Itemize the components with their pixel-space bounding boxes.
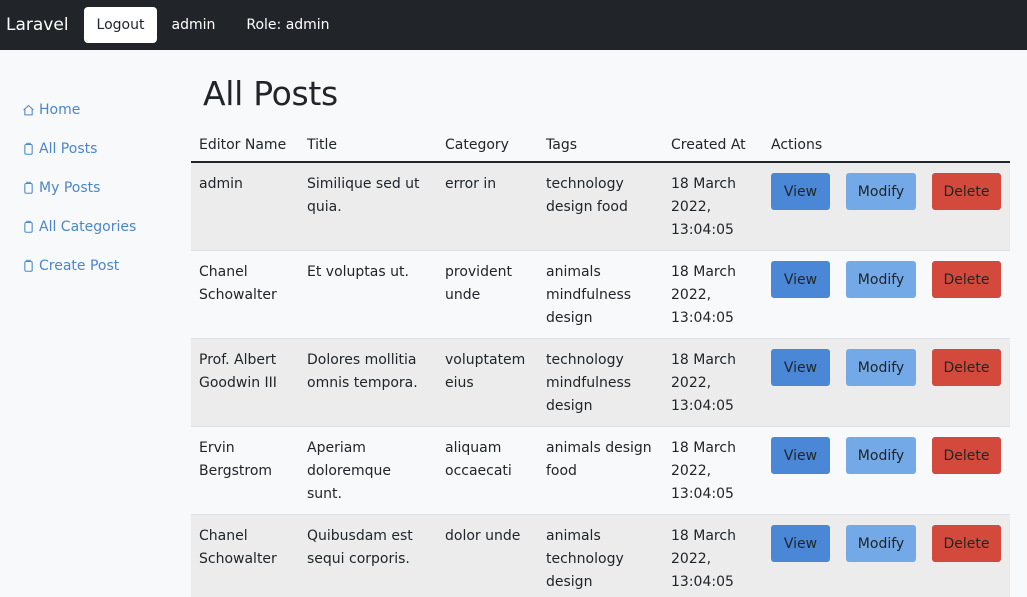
cell-title: Quibusdam est sequi corporis. — [299, 514, 437, 597]
cell-title: Similique sed ut quia. — [299, 162, 437, 251]
table-header-row: Editor Name Title Category Tags Created … — [191, 128, 1010, 163]
table-row: Chanel Schowalter Et voluptas ut. provid… — [191, 250, 1010, 339]
sidebar-item-my-posts[interactable]: My Posts — [22, 178, 182, 198]
cell-actions: View Modify Delete — [763, 514, 1010, 597]
cell-created: 18 March 2022, 13:04:05 — [663, 338, 763, 427]
cell-category: provident unde — [437, 250, 538, 339]
file-icon — [22, 181, 35, 195]
column-header-tags: Tags — [538, 128, 663, 163]
delete-button[interactable]: Delete — [932, 261, 1001, 298]
cell-created: 18 March 2022, 13:04:05 — [663, 162, 763, 251]
modify-button[interactable]: Modify — [846, 173, 916, 210]
column-header-category: Category — [437, 128, 538, 163]
cell-actions: View Modify Delete — [763, 338, 1010, 427]
column-header-created: Created At — [663, 128, 763, 163]
posts-table: Editor Name Title Category Tags Created … — [191, 128, 1010, 597]
sidebar-item-label: Create Post — [39, 258, 120, 274]
cell-created: 18 March 2022, 13:04:05 — [663, 250, 763, 339]
sidebar-item-create-post[interactable]: Create Post — [22, 256, 182, 276]
top-navbar: Laravel Logout admin Role: admin — [0, 0, 1027, 50]
view-button[interactable]: View — [771, 437, 830, 474]
cell-category: error in — [437, 162, 538, 251]
logout-button[interactable]: Logout — [83, 7, 158, 43]
sidebar-item-label: All Categories — [39, 219, 137, 235]
delete-button[interactable]: Delete — [932, 173, 1001, 210]
view-button[interactable]: View — [771, 173, 830, 210]
sidebar-item-label: Home — [39, 102, 81, 118]
view-button[interactable]: View — [771, 525, 830, 562]
cell-editor: Chanel Schowalter — [191, 250, 299, 339]
nav-username[interactable]: admin — [171, 17, 215, 33]
column-header-title: Title — [299, 128, 437, 163]
file-icon — [22, 220, 35, 234]
brand-logo[interactable]: Laravel — [6, 15, 69, 35]
delete-button[interactable]: Delete — [932, 437, 1001, 474]
view-button[interactable]: View — [771, 261, 830, 298]
cell-tags: animals technology design — [538, 514, 663, 597]
page-title: All Posts — [203, 74, 338, 113]
sidebar-item-all-posts[interactable]: All Posts — [22, 139, 182, 159]
table-row: admin Similique sed ut quia. error in te… — [191, 162, 1010, 251]
cell-created: 18 March 2022, 13:04:05 — [663, 514, 763, 597]
cell-editor: Chanel Schowalter — [191, 514, 299, 597]
cell-category: dolor unde — [437, 514, 538, 597]
sidebar-item-home[interactable]: Home — [22, 100, 182, 120]
modify-button[interactable]: Modify — [846, 437, 916, 474]
cell-editor: admin — [191, 162, 299, 251]
cell-tags: animals design food — [538, 426, 663, 515]
modify-button[interactable]: Modify — [846, 261, 916, 298]
cell-tags: technology mindfulness design — [538, 338, 663, 427]
sidebar-item-label: All Posts — [39, 141, 98, 157]
sidebar-item-label: My Posts — [39, 180, 101, 196]
cell-tags: technology design food — [538, 162, 663, 251]
cell-tags: animals mindfulness design — [538, 250, 663, 339]
view-button[interactable]: View — [771, 349, 830, 386]
home-icon — [22, 103, 35, 117]
modify-button[interactable]: Modify — [846, 525, 916, 562]
cell-title: Aperiam doloremque sunt. — [299, 426, 437, 515]
cell-editor: Prof. Albert Goodwin III — [191, 338, 299, 427]
delete-button[interactable]: Delete — [932, 525, 1001, 562]
cell-created: 18 March 2022, 13:04:05 — [663, 426, 763, 515]
file-icon — [22, 259, 35, 273]
nav-role: Role: admin — [246, 17, 330, 33]
column-header-editor: Editor Name — [191, 128, 299, 163]
cell-title: Et voluptas ut. — [299, 250, 437, 339]
cell-title: Dolores mollitia omnis tempora. — [299, 338, 437, 427]
cell-actions: View Modify Delete — [763, 162, 1010, 251]
table-row: Prof. Albert Goodwin III Dolores molliti… — [191, 338, 1010, 427]
table-row: Chanel Schowalter Quibusdam est sequi co… — [191, 514, 1010, 597]
delete-button[interactable]: Delete — [932, 349, 1001, 386]
table-row: Ervin Bergstrom Aperiam doloremque sunt.… — [191, 426, 1010, 515]
cell-category: voluptatem eius — [437, 338, 538, 427]
cell-actions: View Modify Delete — [763, 250, 1010, 339]
cell-actions: View Modify Delete — [763, 426, 1010, 515]
file-icon — [22, 142, 35, 156]
sidebar: Home All Posts My Posts All Categories C… — [22, 100, 182, 295]
cell-category: aliquam occaecati — [437, 426, 538, 515]
cell-editor: Ervin Bergstrom — [191, 426, 299, 515]
sidebar-item-all-categories[interactable]: All Categories — [22, 217, 182, 237]
modify-button[interactable]: Modify — [846, 349, 916, 386]
column-header-actions: Actions — [763, 128, 1010, 163]
